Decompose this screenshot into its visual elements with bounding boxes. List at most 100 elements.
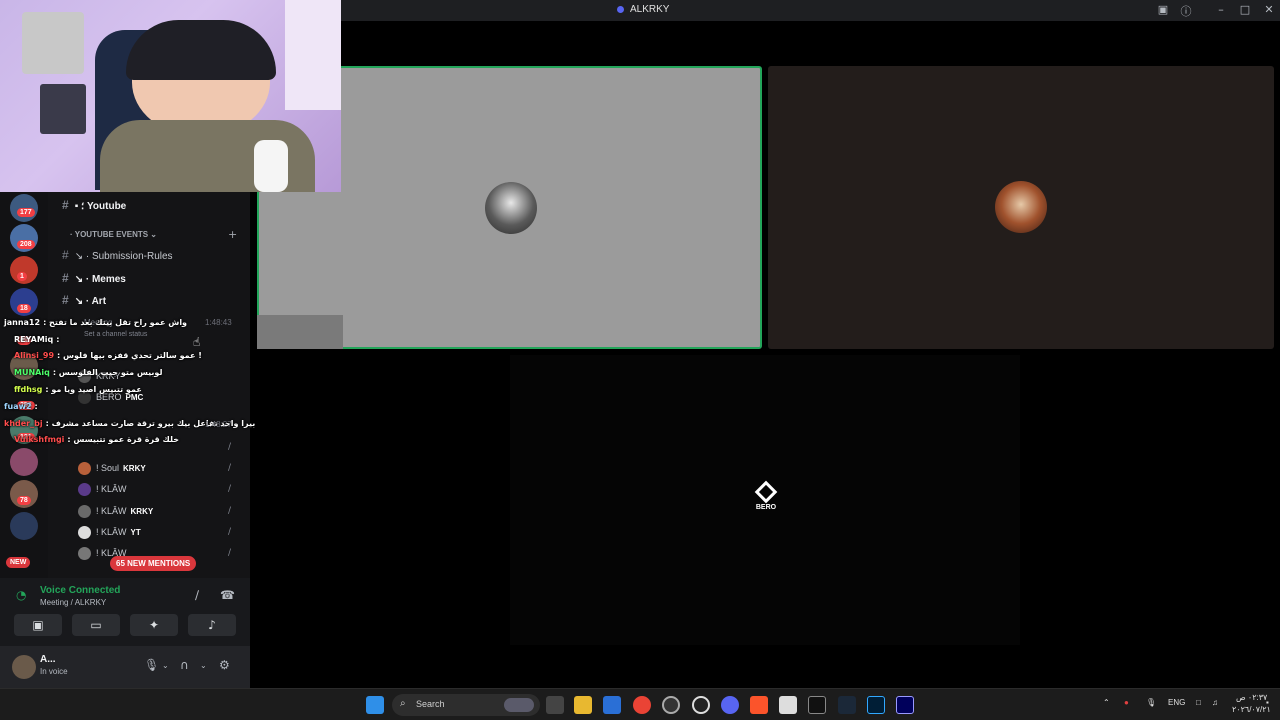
voice-channel-path[interactable]: Meeting / ALKRKY	[40, 598, 106, 607]
hash-icon: #	[62, 248, 69, 262]
notification-icon[interactable]: ▪	[1266, 698, 1269, 707]
close-button[interactable]: ✕	[1261, 3, 1277, 16]
mouse-cursor: ☝	[193, 335, 201, 349]
volume-icon[interactable]: ♫	[1212, 698, 1218, 707]
language-indicator[interactable]: ENG	[1168, 698, 1185, 707]
video-tile-right[interactable]	[768, 66, 1274, 349]
windows-start-icon[interactable]	[366, 696, 384, 714]
silver-play-button-plaque	[22, 12, 84, 74]
deafened-icon: ∕	[228, 463, 232, 473]
avatar	[78, 483, 91, 496]
bero-logo: BERO	[751, 480, 781, 511]
voice-user[interactable]: ! Soul KRKY	[78, 462, 146, 475]
task-view-icon[interactable]	[546, 696, 564, 714]
signal-icon[interactable]: ◔	[16, 588, 26, 602]
settings-gear-icon[interactable]: ⚙	[219, 658, 230, 672]
taskbar: ⌕ Search ⌃ ● 🎙 ENG □ ♫ ٠٢:٣٧ ص ٢٠٢٦/٠٧/٢…	[0, 688, 1280, 720]
chat-message: Alinsi_99: عمو سالتر تحدي قفزه بيها فلوس…	[14, 351, 202, 360]
user-panel: A... In voice 🎙 ⌄ ∩ ⌄ ⚙	[0, 646, 250, 688]
help-icon[interactable]: ⓘ	[1178, 3, 1194, 19]
notepad-icon[interactable]	[779, 696, 797, 714]
channel-youtube[interactable]: # ▪ ؛ Youtube	[62, 198, 126, 212]
taskbar-search[interactable]: ⌕ Search	[392, 694, 540, 716]
avatar[interactable]	[12, 655, 36, 679]
screen-share-button[interactable]: ▭	[72, 614, 120, 636]
channel-art[interactable]: # ↘ · Art	[62, 293, 106, 307]
person-hair	[126, 20, 276, 80]
voice-panel: ◔ Voice Connected Meeting / ALKRKY ∕ ☎ ▣…	[0, 578, 250, 646]
chat-message: janna12: واش عمو راح تقل بيتك بعد ما تفت…	[4, 318, 188, 327]
disconnect-icon[interactable]: ☎	[220, 588, 235, 602]
network-icon[interactable]: □	[1196, 698, 1201, 707]
capcut-icon[interactable]	[808, 696, 826, 714]
new-mentions-pill[interactable]: 65 NEW MENTIONS	[110, 556, 197, 571]
steam-app-icon[interactable]	[838, 696, 856, 714]
soundboard-button[interactable]: ♪	[188, 614, 236, 636]
participant-avatar	[485, 182, 537, 234]
clock-date[interactable]: ٢٠٢٦/٠٧/٢١	[1232, 705, 1271, 714]
tray-mic-icon[interactable]: 🎙	[1146, 698, 1156, 707]
unread-badge: 208	[17, 240, 35, 249]
chrome-icon[interactable]	[633, 696, 651, 714]
add-channel-icon[interactable]: +	[228, 228, 237, 241]
new-pill[interactable]: NEW	[6, 557, 31, 568]
voice-user[interactable]: ! KLÂW KRKY	[78, 505, 153, 518]
steam-icon[interactable]	[692, 696, 710, 714]
screen-share-icon[interactable]: ▣	[1155, 3, 1171, 16]
category-youtube-events[interactable]: · YOUTUBE EVENTS ⌄	[70, 230, 157, 239]
voice-user[interactable]: ! KLÂW YT	[78, 526, 141, 539]
search-highlight-icon	[504, 698, 534, 712]
deafened-icon: ∕	[228, 484, 232, 494]
avatar	[78, 462, 91, 475]
avatar	[78, 526, 91, 539]
voice-status[interactable]: Voice Connected	[40, 585, 120, 596]
channel-status[interactable]: Set a channel status	[84, 331, 147, 338]
server-icon[interactable]	[10, 448, 38, 476]
channel-memes[interactable]: # ↘ · Memes	[62, 271, 126, 285]
voice-user[interactable]: ! KLÂW	[78, 483, 127, 496]
camera-button[interactable]: ▣	[14, 614, 62, 636]
shelf	[285, 0, 341, 110]
server-icon	[617, 5, 624, 13]
deafened-icon: ∕	[228, 527, 232, 537]
obs-icon[interactable]	[662, 696, 680, 714]
hash-icon: #	[62, 271, 69, 285]
chat-message: fuaw2:	[4, 402, 38, 411]
unread-badge: 18	[17, 304, 31, 313]
avatar	[78, 547, 91, 560]
minimize-button[interactable]: –	[1213, 3, 1229, 16]
channel-submission-rules[interactable]: # ↘ · Submission-Rules	[62, 248, 173, 262]
chat-message: REYAMiq:	[14, 335, 60, 344]
microphone-icon[interactable]: 🎙	[144, 658, 159, 672]
tray-app-icon[interactable]: ●	[1124, 698, 1129, 707]
webcam-overlay	[0, 0, 341, 192]
maximize-button[interactable]: □	[1237, 3, 1253, 16]
headphones-icon[interactable]: ∩	[180, 658, 189, 672]
unread-badge: 177	[17, 208, 35, 217]
clock-time[interactable]: ٠٢:٣٧ ص	[1236, 693, 1267, 702]
user-status: In voice	[40, 667, 68, 676]
hash-icon: #	[62, 198, 69, 212]
deafened-icon: ∕	[228, 442, 232, 452]
plaque	[40, 84, 86, 134]
chat-message: ffdhsg: عمو تتبيس اصيد ويا مو	[14, 385, 142, 394]
file-explorer-icon[interactable]	[574, 696, 592, 714]
premiere-icon[interactable]	[896, 696, 914, 714]
chevron-down-icon[interactable]: ⌄	[200, 661, 207, 670]
chevron-down-icon[interactable]: ⌄	[162, 661, 169, 670]
username[interactable]: A...	[40, 654, 56, 665]
photoshop-icon[interactable]	[867, 696, 885, 714]
tray-chevron-icon[interactable]: ⌃	[1103, 698, 1110, 707]
chat-message: MUNAiq: لوبيس متو جيب الفلوسس	[14, 368, 163, 377]
store-icon[interactable]	[603, 696, 621, 714]
activities-button[interactable]: ✦	[130, 614, 178, 636]
brave-icon[interactable]	[750, 696, 768, 714]
unread-badge: 78	[17, 496, 31, 505]
participant-avatar	[995, 181, 1047, 233]
microphone-icon	[254, 140, 288, 192]
deafened-icon: ∕	[228, 548, 232, 558]
search-icon: ⌕	[400, 698, 406, 709]
server-icon[interactable]	[10, 512, 38, 540]
discord-icon[interactable]	[721, 696, 739, 714]
noise-suppression-icon[interactable]: ∕	[195, 588, 199, 602]
